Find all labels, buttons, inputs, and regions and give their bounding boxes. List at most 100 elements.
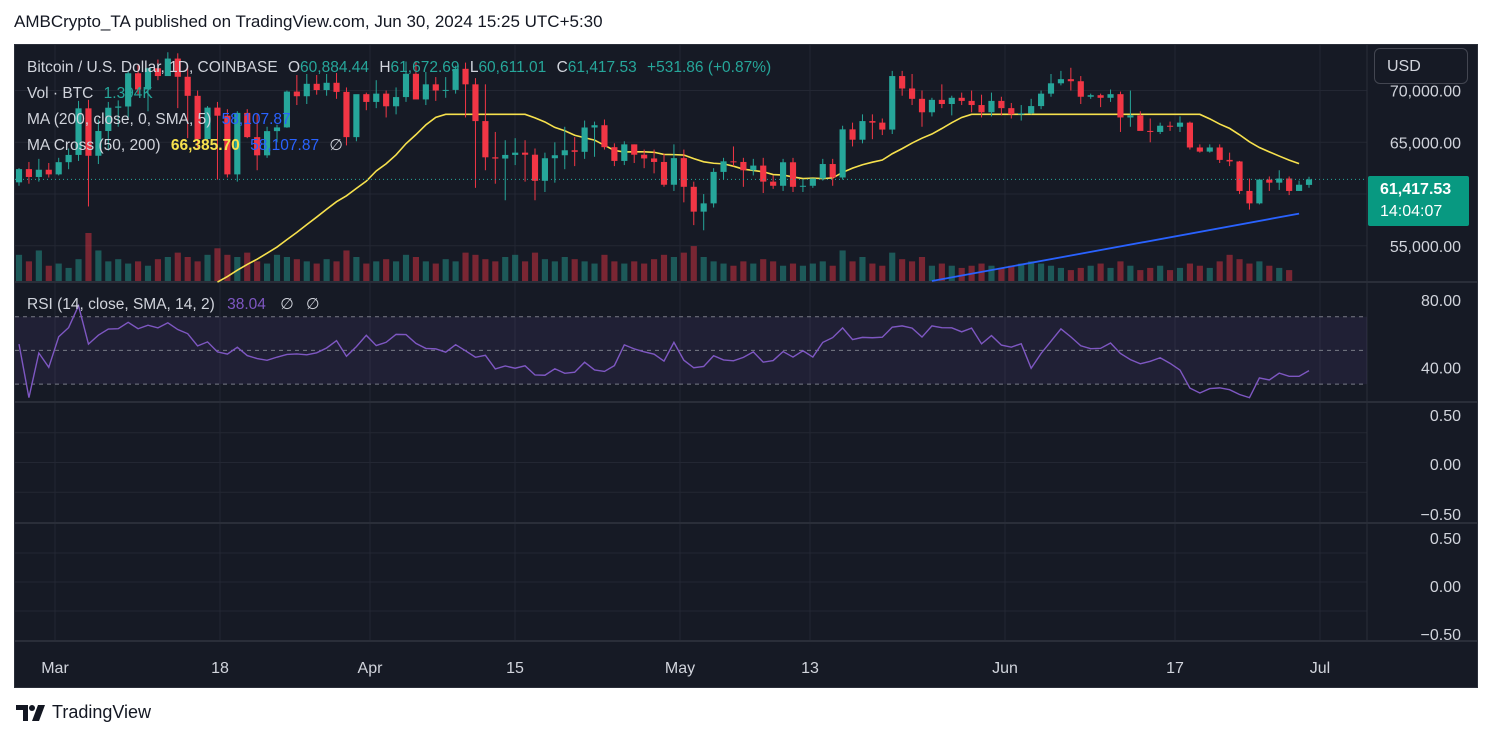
- volume-bar: [184, 257, 191, 281]
- candle: [859, 114, 866, 144]
- candle: [1226, 152, 1233, 167]
- candle-body: [948, 97, 955, 104]
- time-axis-label: 18: [211, 660, 229, 677]
- candle: [1077, 76, 1084, 104]
- candle-body: [750, 165, 757, 171]
- candle-body: [839, 129, 846, 178]
- volume-bar: [1276, 267, 1283, 281]
- candle-body: [1147, 130, 1154, 132]
- volume-bar: [273, 254, 281, 281]
- volume-bar: [452, 261, 459, 281]
- candle-body: [869, 121, 876, 123]
- volume-bar: [293, 259, 300, 281]
- candle-body: [809, 178, 816, 186]
- volume-bar: [1176, 267, 1184, 281]
- legend-ohlc-row: Bitcoin / U.S. Dollar, 1D, COINBASE O60,…: [27, 55, 771, 81]
- volume-bar: [651, 259, 658, 281]
- volume-bar: [1047, 265, 1055, 281]
- candle-body: [770, 181, 777, 186]
- volume-bar: [303, 261, 310, 281]
- volume-bar: [988, 265, 995, 281]
- legend-volume-row[interactable]: Vol · BTC 1.394K: [27, 81, 771, 107]
- candle-body: [1097, 95, 1104, 98]
- candle-body: [1018, 113, 1025, 115]
- candle-body: [849, 129, 856, 140]
- volume-bar: [740, 261, 747, 281]
- volume-bar: [879, 265, 886, 281]
- volume-bar: [789, 263, 797, 281]
- volume-bar: [204, 254, 211, 281]
- chart-frame[interactable]: 70,000.00 65,000.00 55,000.00 80.00 40.00 0.5…: [14, 44, 1478, 688]
- volume-bar: [799, 265, 806, 281]
- candle-body: [1137, 115, 1144, 131]
- candle: [1127, 90, 1134, 127]
- candle: [809, 178, 816, 188]
- candle-body: [1057, 79, 1064, 84]
- volume-bar: [115, 259, 122, 281]
- volume-bar: [700, 257, 707, 281]
- candle-body: [680, 158, 687, 187]
- candle-body: [25, 169, 32, 177]
- volume-bar: [412, 257, 419, 281]
- candle: [1266, 176, 1273, 191]
- candle-body: [660, 161, 668, 185]
- time-axis-label: May: [665, 660, 695, 677]
- candle: [918, 90, 926, 127]
- candle: [720, 157, 727, 180]
- volume-bar: [1057, 267, 1064, 281]
- candle: [1157, 122, 1164, 135]
- legend-macross-row[interactable]: MA Cross (50, 200) 66,385.70 58,107.87 ∅: [27, 133, 771, 159]
- chart-legend: Bitcoin / U.S. Dollar, 1D, COINBASE O60,…: [27, 55, 771, 159]
- empty-pane-2-axis-label: −0.50: [1421, 627, 1462, 644]
- candle: [1107, 89, 1114, 102]
- candle: [750, 158, 757, 176]
- candle: [700, 194, 707, 231]
- candle-body: [819, 164, 826, 179]
- volume-bar: [353, 257, 360, 281]
- volume-bar: [1077, 267, 1084, 281]
- volume-bar: [125, 263, 132, 281]
- time-axis-label: Jun: [992, 660, 1018, 677]
- volume-bar: [849, 261, 856, 281]
- legend-ma-value: 58,107.87: [221, 111, 291, 128]
- time-axis-label: Jul: [1310, 660, 1330, 677]
- candle-body: [690, 186, 697, 212]
- volume-bar: [541, 259, 548, 281]
- volume-bar: [1097, 263, 1104, 281]
- volume-bar: [680, 252, 687, 281]
- candle: [998, 96, 1005, 116]
- volume-bar: [1167, 270, 1174, 281]
- candle-body: [1127, 115, 1134, 118]
- legend-symbol[interactable]: Bitcoin / U.S. Dollar, 1D, COINBASE: [27, 59, 278, 76]
- volume-bar: [641, 263, 648, 281]
- volume-bar: [601, 254, 608, 281]
- footer-brand[interactable]: TradingView: [16, 702, 151, 723]
- candle: [958, 92, 965, 106]
- volume-bar: [909, 261, 916, 281]
- candle: [1176, 116, 1184, 132]
- legend-ma-row[interactable]: MA (200, close, 0, SMA, 5) 58,107.87: [27, 107, 771, 133]
- volume-bar: [95, 250, 102, 281]
- volume-bar: [899, 259, 906, 281]
- candle-body: [710, 171, 717, 204]
- volume-bar: [889, 252, 896, 281]
- footer-brand-text: TradingView: [52, 702, 152, 722]
- candle-body: [829, 164, 836, 178]
- volume-bar: [55, 263, 62, 281]
- volume-bar: [829, 265, 836, 281]
- volume-bar: [750, 263, 757, 281]
- candle: [799, 179, 806, 192]
- currency-button[interactable]: USD: [1374, 48, 1468, 84]
- candle-body: [780, 162, 787, 186]
- candle-body: [789, 162, 797, 187]
- candle: [1028, 98, 1035, 115]
- volume-bar: [730, 265, 737, 281]
- legend-macross-label: MA Cross (50, 200): [27, 137, 161, 154]
- candle: [1008, 102, 1015, 119]
- volume-bar: [35, 250, 42, 281]
- candle: [1296, 180, 1303, 191]
- volume-bar: [442, 259, 449, 281]
- candle-body: [1028, 106, 1035, 114]
- rsi-legend[interactable]: RSI (14, close, SMA, 14, 2) 38.04 ∅ ∅: [27, 295, 320, 314]
- price-axis-label: 65,000.00: [1390, 135, 1461, 152]
